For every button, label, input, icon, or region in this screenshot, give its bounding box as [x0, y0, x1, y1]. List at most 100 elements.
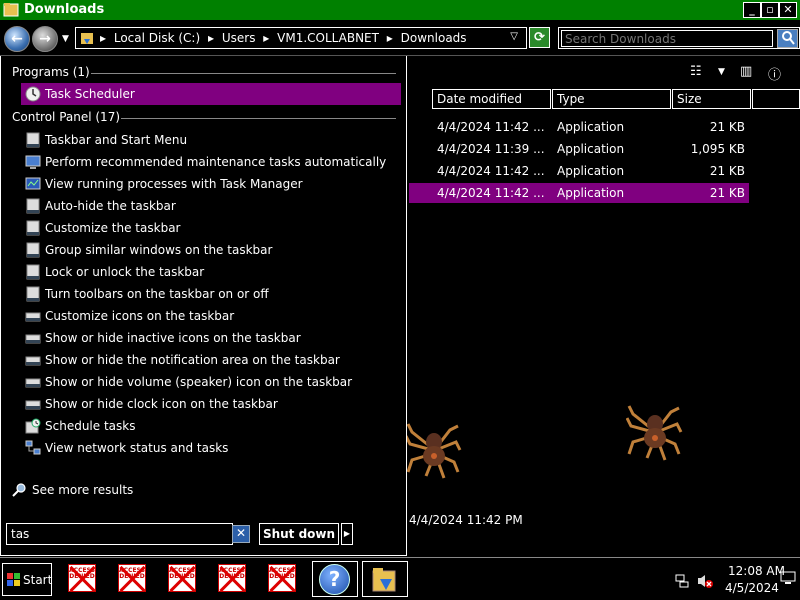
help-icon[interactable]: ⓘ: [768, 64, 781, 83]
control-panel-group-header: Control Panel (17): [12, 110, 121, 124]
access-denied-icon[interactable]: ACCESS DENIED: [68, 564, 96, 593]
programs-group-header: Programs (1): [12, 65, 90, 79]
recent-pages-dropdown-icon[interactable]: ▼: [62, 34, 69, 44]
clock-time[interactable]: 12:08 AM: [728, 564, 785, 578]
file-row[interactable]: 4/4/2024 11:42 ... Application 21 KB: [409, 117, 749, 137]
menu-item-label: Show or hide the notification area on th…: [45, 353, 340, 367]
start-search-input[interactable]: [7, 524, 232, 544]
spider-image: [626, 405, 683, 461]
monitor-icon: [25, 155, 41, 169]
address-folder-icon: [81, 33, 93, 44]
menu-item-notification-area[interactable]: Show or hide the notification area on th…: [21, 349, 401, 371]
breadcrumb: ▸ Local Disk (C:) ▸ Users ▸ VM1.COLLABNE…: [100, 31, 471, 45]
notification-icon: [25, 356, 41, 366]
network-tray-icon[interactable]: [674, 573, 690, 589]
file-date: 4/4/2024 11:42 ...: [437, 120, 545, 134]
forward-button[interactable]: →: [32, 26, 58, 52]
menu-item-customize-taskbar[interactable]: Customize the taskbar: [21, 217, 401, 239]
file-row[interactable]: 4/4/2024 11:39 ... Application 1,095 KB: [409, 139, 749, 159]
menu-item-label: Taskbar and Start Menu: [45, 133, 188, 147]
file-row-selected[interactable]: 4/4/2024 11:42 ... Application 21 KB: [409, 183, 749, 203]
search-box: [558, 27, 800, 49]
menu-item-label: Show or hide volume (speaker) icon on th…: [45, 375, 353, 389]
close-button[interactable]: ✕: [779, 2, 797, 18]
back-arrow-icon: ←: [11, 31, 23, 47]
explorer-folder-icon: [372, 568, 396, 592]
shut-down-options-button[interactable]: ▶: [341, 523, 353, 545]
minimize-button[interactable]: _: [743, 2, 761, 18]
access-denied-icon[interactable]: ACCESS DENIED: [118, 564, 146, 593]
taskbar-icon: [26, 198, 40, 214]
file-row[interactable]: 4/4/2024 11:42 ... Application 21 KB: [409, 161, 749, 181]
breadcrumb-item[interactable]: Downloads: [401, 31, 467, 45]
shut-down-button[interactable]: Shut down: [259, 523, 339, 545]
menu-item-label: Schedule tasks: [45, 419, 136, 433]
menu-item-lock-taskbar[interactable]: Lock or unlock the taskbar: [21, 261, 401, 283]
column-type[interactable]: Type: [552, 89, 671, 109]
notification-icon: [25, 400, 41, 410]
menu-item-network-status[interactable]: View network status and tasks: [21, 437, 401, 459]
menu-item-customize-icons[interactable]: Customize icons on the taskbar: [21, 305, 401, 327]
access-denied-icon[interactable]: ACCESS DENIED: [218, 564, 246, 593]
access-denied-icon[interactable]: ACCESS DENIED: [268, 564, 296, 593]
crumb-separator: ▸: [263, 31, 270, 45]
desktop-tray-icon[interactable]: [780, 571, 796, 585]
menu-item-inactive-icons[interactable]: Show or hide inactive icons on the taskb…: [21, 327, 401, 349]
column-extra[interactable]: [752, 89, 800, 109]
window-title: Downloads: [24, 2, 105, 17]
menu-item-group-similar-windows[interactable]: Group similar windows on the taskbar: [21, 239, 401, 261]
file-size: 1,095 KB: [690, 142, 745, 156]
column-date-modified[interactable]: Date modified: [432, 89, 551, 109]
menu-item-auto-hide-taskbar[interactable]: Auto-hide the taskbar: [21, 195, 401, 217]
menu-item-schedule-tasks[interactable]: Schedule tasks: [21, 415, 401, 437]
menu-item-task-scheduler[interactable]: Task Scheduler: [21, 83, 401, 105]
windows-logo-icon: [7, 573, 20, 586]
breadcrumb-item[interactable]: Local Disk (C:): [114, 31, 200, 45]
file-type: Application: [557, 164, 625, 178]
navigation-bar: ← → ▼ ▸ Local Disk (C:) ▸ Users ▸ VM1.CO…: [0, 20, 800, 56]
menu-item-maintenance-tasks[interactable]: Perform recommended maintenance tasks au…: [21, 151, 401, 173]
search-button[interactable]: [777, 29, 798, 48]
start-button[interactable]: Start: [2, 563, 52, 596]
clock-date[interactable]: 4/5/2024: [725, 581, 779, 595]
maximize-button[interactable]: ▫: [761, 2, 779, 18]
access-denied-icon[interactable]: ACCESS DENIED: [168, 564, 196, 593]
breadcrumb-item[interactable]: Users: [222, 31, 256, 45]
search-input[interactable]: [561, 30, 773, 47]
menu-item-task-manager[interactable]: View running processes with Task Manager: [21, 173, 401, 195]
volume-muted-icon[interactable]: [696, 573, 714, 589]
file-size: 21 KB: [709, 120, 745, 134]
clock-icon: [25, 86, 41, 102]
menu-item-label: Show or hide clock icon on the taskbar: [45, 397, 278, 411]
preview-pane-icon[interactable]: ▥: [740, 64, 752, 79]
notification-icon: [25, 378, 41, 388]
search-icon: [781, 31, 795, 45]
clear-search-button[interactable]: ✕: [232, 525, 250, 543]
menu-item-clock-icon[interactable]: Show or hide clock icon on the taskbar: [21, 393, 401, 415]
explorer-taskbar-button[interactable]: [362, 561, 408, 597]
address-bar[interactable]: ▸ Local Disk (C:) ▸ Users ▸ VM1.COLLABNE…: [75, 27, 527, 49]
taskbar-icon: [26, 242, 40, 258]
menu-item-taskbar-toolbars[interactable]: Turn toolbars on the taskbar on or off: [21, 283, 401, 305]
taskbar-icon: [26, 286, 40, 302]
views-dropdown-icon[interactable]: ▼: [718, 67, 725, 77]
breadcrumb-item[interactable]: VM1.COLLABNET: [277, 31, 379, 45]
notification-icon: [25, 312, 41, 322]
help-support-button[interactable]: ?: [312, 561, 358, 597]
schedule-icon: [25, 418, 41, 434]
menu-item-volume-icon[interactable]: Show or hide volume (speaker) icon on th…: [21, 371, 401, 393]
refresh-button[interactable]: ⟳: [529, 27, 550, 48]
back-button[interactable]: ←: [4, 26, 30, 52]
menu-item-label: View running processes with Task Manager: [45, 177, 303, 191]
views-icon[interactable]: ☷: [690, 64, 702, 79]
title-bar: Downloads _ ▫ ✕: [0, 0, 800, 20]
column-size[interactable]: Size: [672, 89, 751, 109]
file-date: 4/4/2024 11:42 ...: [437, 164, 545, 178]
menu-item-label: Group similar windows on the taskbar: [45, 243, 273, 257]
start-menu: Programs (1) Task Scheduler Control Pane…: [0, 56, 407, 556]
taskbar: Start ACCESS DENIED ACCESS DENIED ACCESS…: [0, 557, 800, 600]
address-dropdown-icon[interactable]: ▽: [510, 31, 518, 42]
folder-icon: [3, 3, 19, 17]
menu-item-taskbar-start-menu[interactable]: Taskbar and Start Menu: [21, 129, 401, 151]
menu-item-label: Customize the taskbar: [45, 221, 181, 235]
